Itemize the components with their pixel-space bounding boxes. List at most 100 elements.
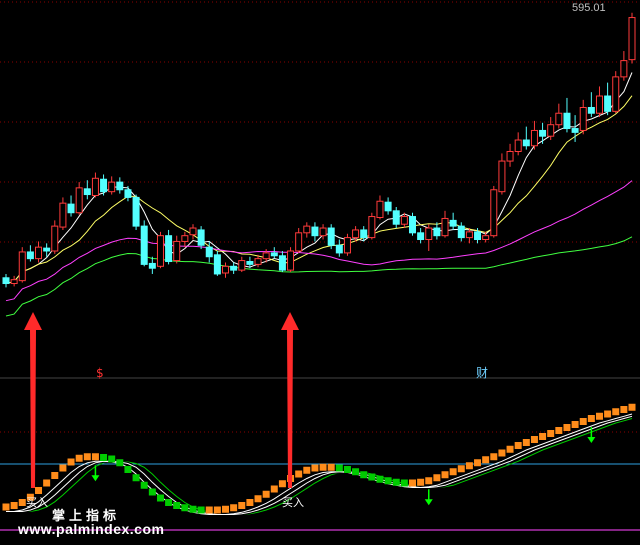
candle-body-28 bbox=[230, 265, 238, 271]
candle-body-4 bbox=[35, 246, 43, 260]
osc-square-69 bbox=[563, 424, 571, 431]
candle-body-11 bbox=[91, 177, 99, 197]
candle-body-40 bbox=[327, 227, 335, 246]
candle-body-59 bbox=[482, 235, 490, 241]
candle-body-7 bbox=[59, 202, 67, 228]
osc-square-56 bbox=[457, 465, 465, 473]
osc-square-16 bbox=[132, 474, 140, 482]
candle-body-76 bbox=[620, 60, 628, 78]
candle-body-75 bbox=[612, 76, 620, 112]
candle-body-37 bbox=[303, 225, 311, 234]
max-price-label: 595.01 bbox=[572, 2, 606, 14]
candle-body-70 bbox=[571, 128, 579, 133]
candle-body-36 bbox=[295, 232, 303, 252]
osc-square-22 bbox=[181, 504, 189, 512]
osc-square-64 bbox=[522, 439, 530, 446]
osc-square-27 bbox=[222, 505, 230, 513]
osc-square-65 bbox=[530, 436, 538, 443]
candle-body-17 bbox=[140, 225, 148, 265]
osc-square-29 bbox=[238, 502, 246, 509]
ma-line-10 bbox=[5, 95, 633, 284]
osc-line-mid bbox=[6, 415, 633, 515]
candle-body-44 bbox=[360, 229, 368, 239]
osc-square-41 bbox=[335, 464, 343, 472]
candle-body-62 bbox=[506, 151, 514, 162]
osc-square-12 bbox=[100, 454, 108, 461]
candle-body-50 bbox=[408, 216, 416, 234]
buy-arrow-1 bbox=[281, 312, 299, 488]
osc-line-slow bbox=[6, 418, 633, 515]
osc-square-26 bbox=[213, 506, 221, 514]
candle-body-19 bbox=[156, 235, 164, 267]
osc-square-44 bbox=[360, 471, 368, 479]
osc-square-71 bbox=[579, 418, 587, 425]
candle-body-66 bbox=[539, 129, 547, 137]
osc-square-70 bbox=[571, 421, 579, 428]
candle-body-15 bbox=[124, 189, 132, 198]
candle-body-41 bbox=[335, 244, 343, 254]
osc-square-47 bbox=[384, 477, 392, 485]
candle-body-51 bbox=[417, 232, 425, 241]
osc-square-0 bbox=[2, 503, 10, 511]
candle-body-14 bbox=[116, 181, 124, 191]
osc-square-34 bbox=[278, 480, 286, 488]
candle-body-45 bbox=[368, 216, 376, 239]
osc-square-25 bbox=[205, 506, 213, 514]
candle-body-49 bbox=[400, 216, 408, 225]
ma-line-5 bbox=[5, 72, 633, 284]
candle-body-6 bbox=[51, 225, 59, 252]
candle-body-8 bbox=[67, 203, 75, 214]
osc-square-52 bbox=[425, 477, 433, 485]
osc-square-63 bbox=[514, 442, 522, 449]
candle-body-24 bbox=[197, 229, 205, 246]
osc-square-15 bbox=[124, 466, 132, 473]
candle-body-56 bbox=[457, 225, 465, 239]
osc-square-54 bbox=[441, 471, 449, 479]
osc-square-53 bbox=[433, 474, 441, 482]
candle-body-69 bbox=[563, 112, 571, 130]
candle-body-55 bbox=[449, 219, 457, 227]
osc-square-55 bbox=[449, 468, 457, 476]
candle-body-67 bbox=[547, 124, 555, 137]
ma-line-30 bbox=[5, 180, 633, 302]
candle-body-18 bbox=[148, 262, 156, 269]
osc-square-8 bbox=[67, 458, 75, 466]
osc-square-73 bbox=[595, 412, 603, 420]
candle-body-60 bbox=[490, 189, 498, 237]
osc-square-5 bbox=[43, 479, 51, 487]
candle-body-29 bbox=[238, 260, 246, 271]
top-mark-label: $ bbox=[96, 366, 104, 380]
osc-square-75 bbox=[612, 408, 620, 416]
osc-square-62 bbox=[506, 445, 514, 453]
candle-body-48 bbox=[392, 210, 400, 225]
down-arrow-head-2 bbox=[587, 437, 596, 443]
candle-body-21 bbox=[173, 240, 181, 262]
candle-body-9 bbox=[75, 187, 83, 214]
candle-body-12 bbox=[100, 178, 108, 193]
candle-body-65 bbox=[530, 129, 538, 147]
candle-body-3 bbox=[26, 251, 34, 260]
candle-body-54 bbox=[441, 217, 449, 237]
candle-body-10 bbox=[83, 188, 91, 196]
osc-square-9 bbox=[75, 454, 83, 462]
osc-square-40 bbox=[327, 463, 335, 471]
osc-square-61 bbox=[498, 449, 506, 457]
candle-body-23 bbox=[189, 227, 197, 236]
candle-body-31 bbox=[254, 258, 262, 265]
osc-square-74 bbox=[604, 410, 612, 418]
candle-body-68 bbox=[555, 112, 563, 126]
candle-body-20 bbox=[165, 235, 173, 263]
candle-body-77 bbox=[628, 17, 636, 61]
candle-body-63 bbox=[514, 139, 522, 153]
osc-square-30 bbox=[246, 499, 254, 506]
candle-body-5 bbox=[43, 247, 51, 252]
osc-square-36 bbox=[295, 470, 303, 478]
buy-signal-label-2: 买入 bbox=[282, 496, 304, 509]
osc-square-48 bbox=[392, 478, 400, 486]
candle-body-33 bbox=[270, 252, 278, 257]
candle-body-71 bbox=[579, 106, 587, 131]
osc-square-2 bbox=[18, 499, 26, 506]
candle-body-1 bbox=[10, 279, 18, 285]
osc-square-31 bbox=[254, 495, 262, 503]
grid-lines bbox=[0, 1, 640, 531]
